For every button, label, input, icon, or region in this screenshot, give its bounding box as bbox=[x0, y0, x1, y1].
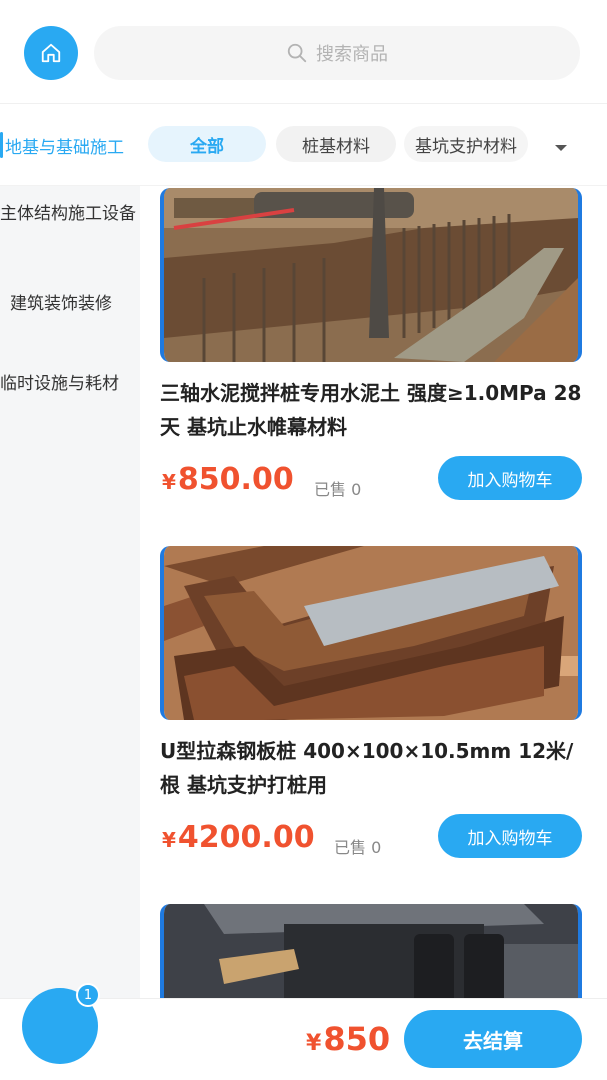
sidebar-item-active[interactable]: 地基与基础施工 bbox=[0, 124, 140, 166]
search-bar[interactable]: 搜索商品 bbox=[94, 26, 580, 80]
home-icon bbox=[41, 43, 61, 63]
search-icon bbox=[287, 43, 307, 63]
category-sidebar: 主体结构施工设备 建筑装饰装修 临时设施与耗材 bbox=[0, 186, 140, 998]
sidebar-item-decoration[interactable]: 建筑装饰装修 bbox=[0, 292, 140, 316]
product-title[interactable]: U型拉森钢板桩 400×100×10.5mm 12米/根 基坑支护打桩用 bbox=[160, 734, 582, 802]
price-row: ¥850.00 已售 0 加入购物车 bbox=[160, 456, 582, 516]
product-card[interactable]: 三轴水泥搅拌桩专用水泥土 强度≥1.0MPa 28天 基坑止水帷幕材料 ¥850… bbox=[160, 188, 582, 516]
search-placeholder: 搜索商品 bbox=[316, 44, 388, 65]
product-list[interactable]: 三轴水泥搅拌桩专用水泥土 强度≥1.0MPa 28天 基坑止水帷幕材料 ¥850… bbox=[140, 186, 607, 998]
add-to-cart-button[interactable]: 加入购物车 bbox=[438, 456, 582, 500]
category-dropdown[interactable] bbox=[553, 138, 569, 157]
sidebar-item-label: 地基与基础施工 bbox=[5, 137, 124, 158]
sidebar-item-temporary[interactable]: 临时设施与耗材 bbox=[0, 372, 140, 396]
chip-pit-support[interactable]: 基坑支护材料 bbox=[404, 126, 528, 162]
sidebar-item-structure[interactable]: 主体结构施工设备 bbox=[0, 202, 140, 226]
add-to-cart-button[interactable]: 加入购物车 bbox=[438, 814, 582, 858]
chip-pile-material[interactable]: 桩基材料 bbox=[276, 126, 396, 162]
product-image[interactable] bbox=[160, 546, 582, 720]
product-price: ¥850.00 bbox=[162, 462, 294, 497]
product-card[interactable] bbox=[160, 904, 582, 998]
sold-count: 已售 0 bbox=[314, 480, 362, 499]
checkout-button[interactable]: 去结算 bbox=[404, 1010, 582, 1068]
active-indicator bbox=[0, 132, 3, 158]
home-button[interactable] bbox=[24, 26, 78, 80]
top-header: 搜索商品 bbox=[0, 0, 607, 104]
product-card[interactable]: U型拉森钢板桩 400×100×10.5mm 12米/根 基坑支护打桩用 ¥42… bbox=[160, 546, 582, 874]
triangle-down-icon bbox=[555, 145, 567, 151]
sold-count: 已售 0 bbox=[334, 838, 382, 857]
product-title[interactable]: 三轴水泥搅拌桩专用水泥土 强度≥1.0MPa 28天 基坑止水帷幕材料 bbox=[160, 376, 582, 444]
cart-count-badge: 1 bbox=[76, 983, 100, 1007]
chip-all[interactable]: 全部 bbox=[148, 126, 266, 162]
product-image[interactable] bbox=[160, 904, 582, 998]
price-row: ¥4200.00 已售 0 加入购物车 bbox=[160, 814, 582, 874]
product-image[interactable] bbox=[160, 188, 582, 362]
cart-total: ¥850 bbox=[306, 1020, 391, 1058]
product-price: ¥4200.00 bbox=[162, 820, 315, 855]
